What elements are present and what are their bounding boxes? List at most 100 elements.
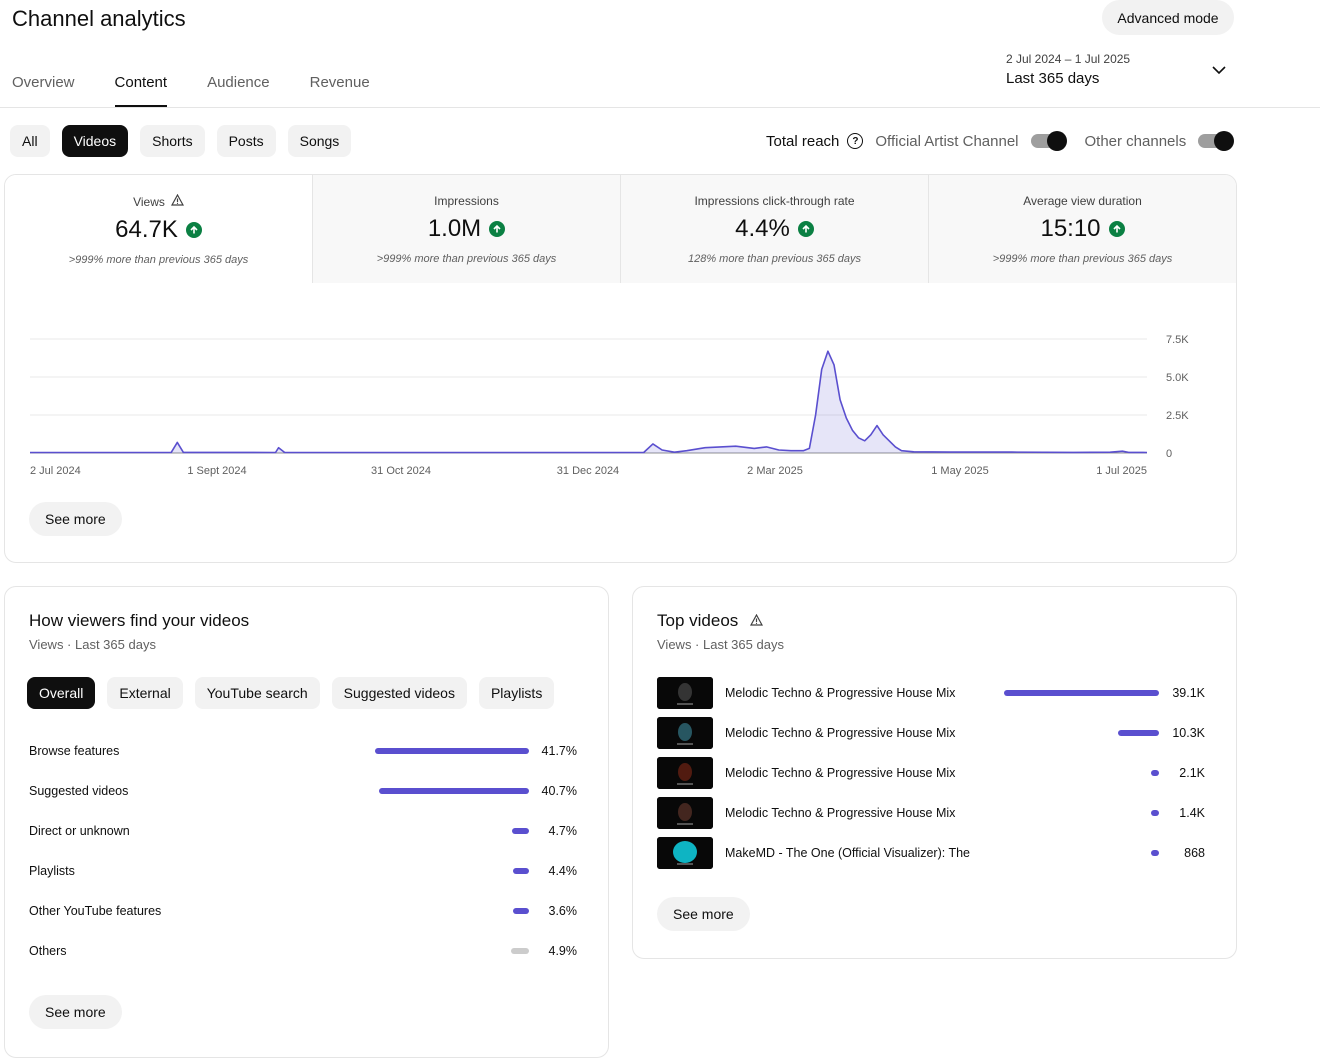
total-reach-label: Total reach (766, 132, 840, 150)
see-more-button[interactable]: See more (29, 995, 122, 1029)
advanced-mode-button[interactable]: Advanced mode (1102, 0, 1234, 35)
traffic-sources-card: How viewers find your videos Views · Las… (4, 586, 609, 1058)
y-tick-label: 5.0K (1166, 372, 1189, 384)
chip-youtube-search[interactable]: YouTube search (194, 677, 320, 709)
video-title[interactable]: Melodic Techno & Progressive House Mix (725, 726, 971, 740)
traffic-sources-title: How viewers find your videos (29, 611, 250, 630)
chip-shorts[interactable]: Shorts (140, 125, 205, 157)
chip-suggested-videos[interactable]: Suggested videos (331, 677, 467, 709)
traffic-source-row[interactable]: Playlists 4.4% (29, 861, 577, 881)
top-videos-card: Top videos Views · Last 365 days Melodic… (632, 586, 1237, 959)
chip-playlists[interactable]: Playlists (478, 677, 555, 709)
traffic-source-value: 4.7% (548, 824, 578, 838)
arrow-up-icon (489, 221, 506, 237)
traffic-source-bar (511, 948, 529, 954)
tab-audience[interactable]: Audience (207, 66, 270, 107)
video-thumbnail[interactable] (657, 837, 713, 869)
see-more-button[interactable]: See more (29, 502, 122, 536)
traffic-source-name: Direct or unknown (29, 824, 130, 838)
tab-content[interactable]: Content (114, 66, 167, 107)
metric-value: 15:10 (1040, 215, 1101, 242)
metric-delta: >999% more than previous 365 days (376, 253, 557, 265)
traffic-source-row[interactable]: Suggested videos 40.7% (29, 781, 577, 801)
official-artist-channel-toggle[interactable] (1030, 131, 1067, 151)
traffic-sources-subtitle: Views · Last 365 days (29, 637, 156, 652)
metric-average-view-duration[interactable]: Average view duration 15:10 >999% more t… (928, 175, 1236, 283)
video-views-bar (1151, 850, 1159, 856)
analytics-tabs: Overview Content Audience Revenue (12, 66, 370, 107)
warning-icon (750, 611, 764, 631)
metric-delta: >999% more than previous 365 days (992, 253, 1173, 265)
content-type-chips: All Videos Shorts Posts Songs (10, 125, 352, 157)
video-views-value: 39.1K (1172, 686, 1205, 700)
video-thumbnail[interactable] (657, 757, 713, 789)
chip-external[interactable]: External (107, 677, 183, 709)
video-title[interactable]: Melodic Techno & Progressive House Mix (725, 766, 971, 780)
traffic-source-bar (513, 908, 529, 914)
traffic-source-row[interactable]: Others 4.9% (29, 941, 577, 961)
traffic-source-row[interactable]: Browse features 41.7% (29, 741, 577, 761)
x-tick-label: 1 Jul 2025 (1096, 465, 1147, 477)
date-range-selector[interactable]: 2 Jul 2024 – 1 Jul 2025 Last 365 days (1006, 52, 1236, 87)
top-video-row[interactable]: Melodic Techno & Progressive House Mix 2.… (657, 757, 1205, 789)
metric-label: Impressions click-through rate (694, 194, 855, 208)
top-video-row[interactable]: Melodic Techno & Progressive House Mix 1.… (657, 797, 1205, 829)
chip-videos[interactable]: Videos (61, 125, 129, 157)
arrow-up-icon (1108, 221, 1125, 237)
video-views-value: 2.1K (1179, 766, 1205, 780)
y-tick-label: 0 (1166, 448, 1172, 460)
traffic-source-value: 4.4% (548, 864, 578, 878)
video-views-value: 868 (1184, 846, 1205, 860)
metric-views[interactable]: Views 64.7K >999% more than previous 365… (5, 175, 312, 283)
help-icon[interactable]: ? (847, 133, 864, 149)
metric-value: 64.7K (115, 216, 178, 243)
video-title[interactable]: Melodic Techno & Progressive House Mix (725, 806, 971, 820)
traffic-source-value: 41.7% (541, 744, 577, 758)
top-video-row[interactable]: Melodic Techno & Progressive House Mix 39… (657, 677, 1205, 709)
tab-overview[interactable]: Overview (12, 66, 75, 107)
x-tick-label: 1 May 2025 (931, 465, 988, 477)
video-title[interactable]: Melodic Techno & Progressive House Mix (725, 686, 971, 700)
see-more-button[interactable]: See more (657, 897, 750, 931)
key-metrics-card: Views 64.7K >999% more than previous 365… (4, 174, 1237, 563)
official-artist-channel-label: Official Artist Channel (875, 132, 1019, 150)
top-video-row[interactable]: MakeMD - The One (Official Visualizer): … (657, 837, 1205, 869)
chip-all[interactable]: All (10, 125, 50, 157)
arrow-up-icon (797, 221, 814, 237)
video-thumbnail[interactable] (657, 797, 713, 829)
other-channels-toggle[interactable] (1198, 131, 1235, 151)
metric-delta: >999% more than previous 365 days (68, 254, 249, 266)
chip-songs[interactable]: Songs (287, 125, 352, 157)
views-line-chart[interactable]: 7.5K 5.0K 2.5K 0 2 Jul 2024 1 Sept 2024 31 Oct… (5, 283, 1236, 483)
top-video-row[interactable]: Melodic Techno & Progressive House Mix 10… (657, 717, 1205, 749)
video-thumbnail[interactable] (657, 717, 713, 749)
other-channels-label: Other channels (1084, 132, 1187, 150)
views-area-fill (30, 351, 1147, 453)
traffic-source-value: 3.6% (548, 904, 578, 918)
traffic-source-bar (379, 788, 529, 794)
page-title: Channel analytics (12, 6, 186, 31)
metric-ctr[interactable]: Impressions click-through rate 4.4% 128%… (620, 175, 928, 283)
traffic-source-row[interactable]: Direct or unknown 4.7% (29, 821, 577, 841)
video-views-bar (1118, 730, 1159, 736)
x-tick-label: 1 Sept 2024 (187, 465, 246, 477)
traffic-source-value: 4.9% (548, 944, 578, 958)
tab-revenue[interactable]: Revenue (310, 66, 370, 107)
traffic-source-name: Browse features (29, 744, 120, 758)
video-views-bar (1004, 690, 1159, 696)
chip-posts[interactable]: Posts (216, 125, 276, 157)
metric-impressions[interactable]: Impressions 1.0M >999% more than previou… (312, 175, 620, 283)
video-views-value: 10.3K (1172, 726, 1205, 740)
video-thumbnail[interactable] (657, 677, 713, 709)
x-tick-label: 31 Oct 2024 (371, 465, 431, 477)
views-series-line[interactable] (30, 350, 1148, 454)
metric-label: Average view duration (1023, 194, 1142, 208)
metric-delta: 128% more than previous 365 days (687, 253, 862, 265)
traffic-source-chips: Overall External YouTube search Suggeste… (27, 677, 555, 709)
traffic-source-bar (512, 828, 529, 834)
chip-overall[interactable]: Overall (27, 677, 96, 709)
traffic-source-row[interactable]: Other YouTube features 3.6% (29, 901, 577, 921)
traffic-source-name: Others (29, 944, 67, 958)
video-title[interactable]: MakeMD - The One (Official Visualizer): … (725, 846, 971, 860)
video-views-bar (1151, 770, 1159, 776)
